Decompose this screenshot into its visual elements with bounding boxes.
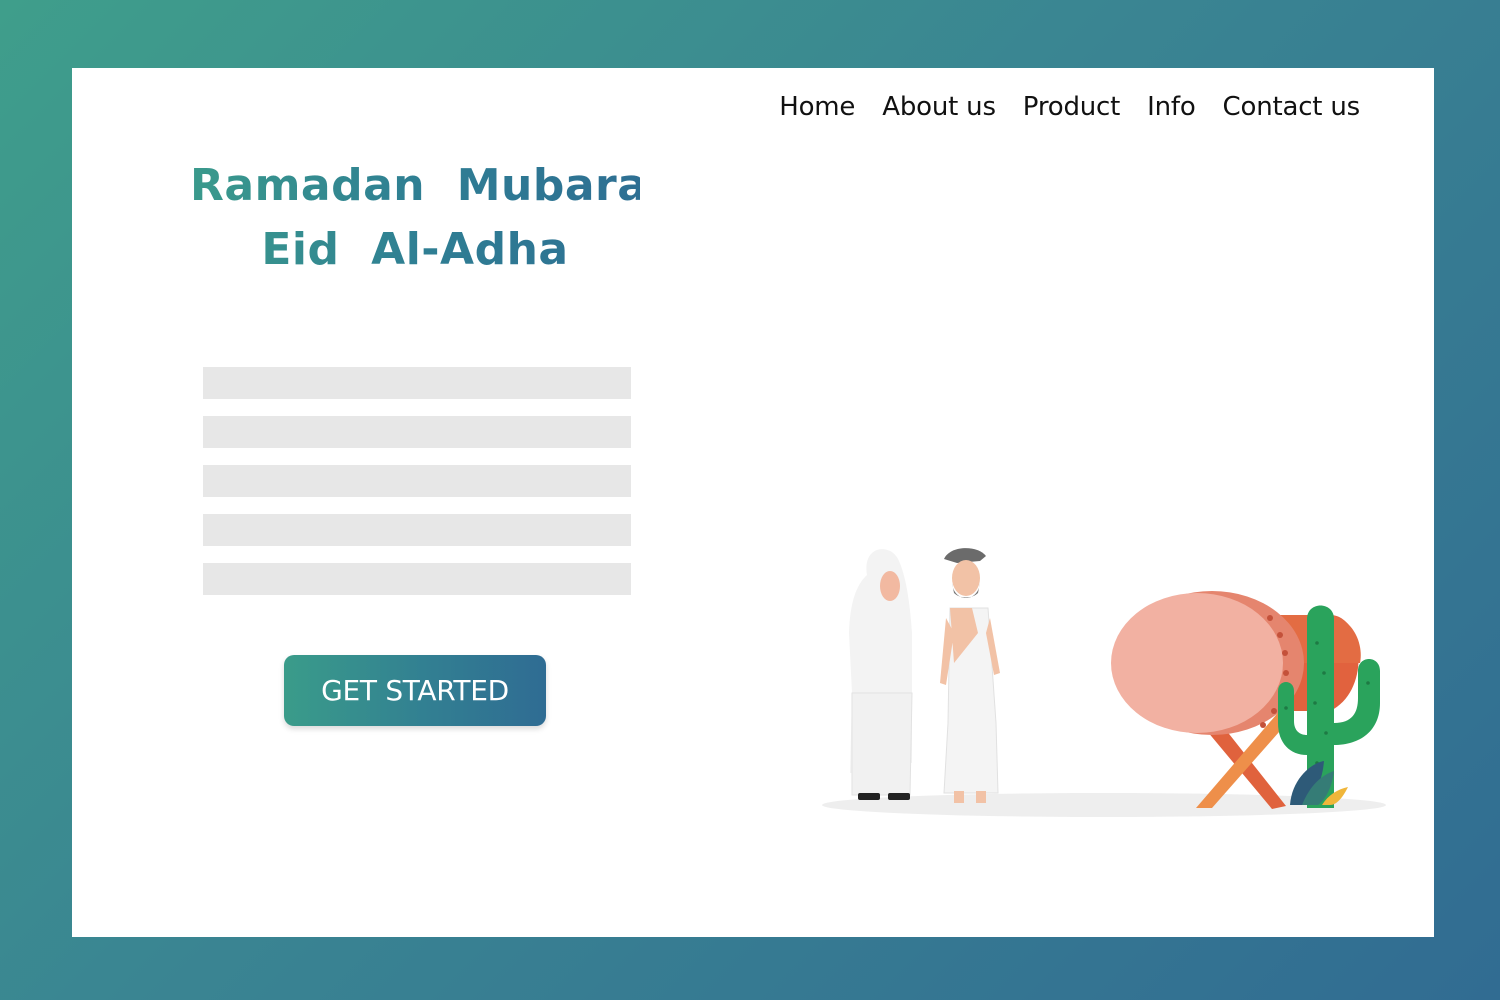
hero-title: Ramadan Mubarak Eid Al-Adha	[190, 154, 640, 282]
text-placeholder-line	[203, 416, 631, 448]
hero-title-line-1: Ramadan Mubarak	[190, 160, 678, 211]
nav-contact-us[interactable]: Contact us	[1223, 92, 1361, 122]
text-placeholder-line	[203, 514, 631, 546]
text-placeholder-line	[203, 465, 631, 497]
hero-title-line-2: Eid Al-Adha	[261, 224, 569, 275]
text-placeholder-block	[203, 367, 631, 612]
nav-home[interactable]: Home	[779, 92, 855, 122]
nav-info[interactable]: Info	[1147, 92, 1196, 122]
top-nav: Home About us Product Info Contact us	[779, 92, 1360, 122]
text-placeholder-line	[203, 563, 631, 595]
text-placeholder-line	[203, 367, 631, 399]
leaf-plant	[1290, 761, 1348, 805]
man-ihram-figure	[940, 548, 1000, 803]
woman-hijab-figure	[849, 549, 913, 800]
nav-about-us[interactable]: About us	[882, 92, 996, 122]
nav-product[interactable]: Product	[1023, 92, 1121, 122]
landing-page: Home About us Product Info Contact us Ra…	[72, 68, 1434, 937]
get-started-button[interactable]: GET STARTED	[284, 655, 546, 726]
eid-illustration	[822, 548, 1386, 817]
